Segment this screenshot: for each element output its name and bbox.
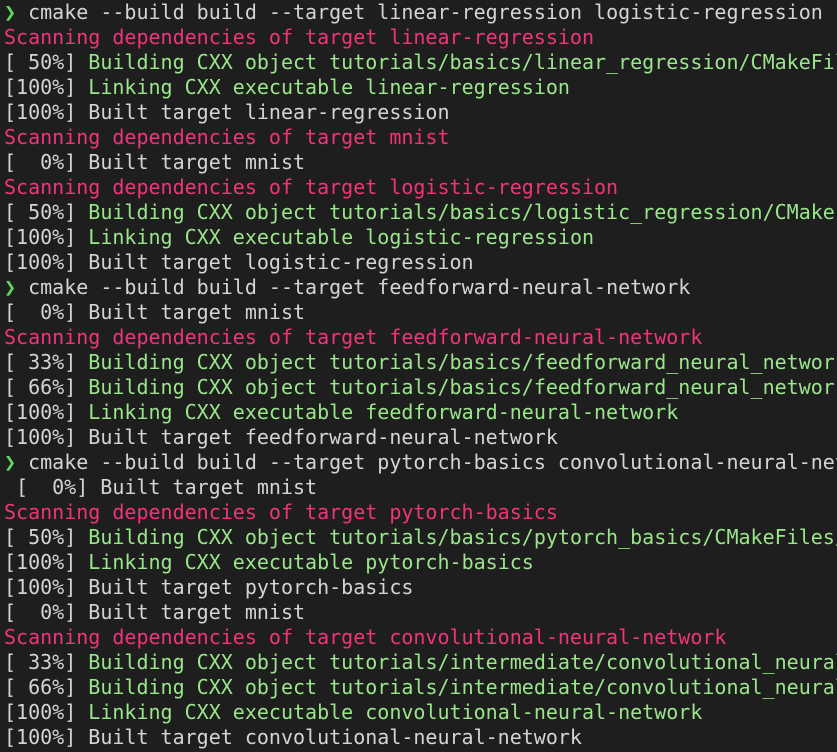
scanning-line: Scanning dependencies of target pytorch-… — [4, 500, 837, 525]
build-progress-line: [100%] Linking CXX executable pytorch-ba… — [4, 550, 837, 575]
scanning-line: Scanning dependencies of target logistic… — [4, 175, 837, 200]
build-step-text: Linking CXX executable linear-regression — [88, 75, 570, 99]
built-target-text: [100%] Built target convolutional-neural… — [4, 725, 582, 749]
built-target-line: [100%] Built target logistic-regression — [4, 250, 837, 275]
scanning-line: Scanning dependencies of target linear-r… — [4, 25, 837, 50]
progress-percent: [ 66%] — [4, 675, 89, 699]
command-text: cmake --build build --target feedforward… — [28, 275, 691, 299]
build-progress-line: [ 33%] Building CXX object tutorials/int… — [4, 650, 837, 675]
build-progress-line: [100%] Linking CXX executable logistic-r… — [4, 225, 837, 250]
scanning-line: Scanning dependencies of target convolut… — [4, 625, 837, 650]
built-target-line: [ 0%] Built target mnist — [4, 600, 837, 625]
scanning-line: Scanning dependencies of target feedforw… — [4, 325, 837, 350]
built-target-text: [ 0%] Built target mnist — [16, 475, 318, 499]
build-step-text: Building CXX object tutorials/basics/fee… — [88, 375, 837, 399]
progress-percent: [100%] — [4, 400, 89, 424]
command-line: ❯ cmake --build build --target linear-re… — [4, 0, 837, 25]
prompt-chevron-icon: ❯ — [4, 450, 17, 474]
built-target-line: [100%] Built target convolutional-neural… — [4, 725, 837, 750]
built-target-line: [100%] Built target feedforward-neural-n… — [4, 425, 837, 450]
progress-percent: [100%] — [4, 700, 89, 724]
built-target-line: [100%] Built target pytorch-basics — [4, 575, 837, 600]
build-step-text: Building CXX object tutorials/intermedia… — [88, 675, 837, 699]
progress-percent: [100%] — [4, 550, 89, 574]
build-step-text: Building CXX object tutorials/basics/fee… — [88, 350, 837, 374]
prompt-chevron-icon: ❯ — [4, 0, 17, 24]
terminal-output[interactable]: ❯ cmake --build build --target linear-re… — [0, 0, 837, 752]
build-progress-line: [ 50%] Building CXX object tutorials/bas… — [4, 50, 837, 75]
scanning-text: Scanning dependencies of target convolut… — [4, 625, 727, 649]
command-text: cmake --build build --target pytorch-bas… — [28, 450, 837, 474]
build-progress-line: [ 66%] Building CXX object tutorials/int… — [4, 675, 837, 700]
built-target-text: [ 0%] Built target mnist — [4, 150, 306, 174]
built-target-line: [ 0%] Built target mnist — [4, 475, 837, 500]
scanning-line: Scanning dependencies of target mnist — [4, 125, 837, 150]
build-step-text: Linking CXX executable pytorch-basics — [88, 550, 534, 574]
built-target-text: [100%] Built target logistic-regression — [4, 250, 474, 274]
command-text: cmake --build build --target linear-regr… — [28, 0, 823, 24]
prompt-chevron-icon: ❯ — [4, 275, 17, 299]
build-step-text: Building CXX object tutorials/basics/pyt… — [88, 525, 837, 549]
scanning-text: Scanning dependencies of target logistic… — [4, 175, 619, 199]
progress-percent: [ 50%] — [4, 50, 89, 74]
built-target-text: [ 0%] Built target mnist — [4, 600, 306, 624]
progress-percent: [100%] — [4, 225, 89, 249]
built-target-text: [100%] Built target feedforward-neural-n… — [4, 425, 558, 449]
build-progress-line: [ 33%] Building CXX object tutorials/bas… — [4, 350, 837, 375]
scanning-text: Scanning dependencies of target mnist — [4, 125, 450, 149]
scanning-text: Scanning dependencies of target feedforw… — [4, 325, 703, 349]
build-progress-line: [100%] Linking CXX executable feedforwar… — [4, 400, 837, 425]
build-step-text: Linking CXX executable convolutional-neu… — [88, 700, 703, 724]
built-target-text: [ 0%] Built target mnist — [4, 300, 306, 324]
built-target-text: [100%] Built target pytorch-basics — [4, 575, 414, 599]
progress-percent: [ 66%] — [4, 375, 89, 399]
build-progress-line: [100%] Linking CXX executable convolutio… — [4, 700, 837, 725]
built-target-line: [100%] Built target linear-regression — [4, 100, 837, 125]
build-progress-line: [ 50%] Building CXX object tutorials/bas… — [4, 525, 837, 550]
built-target-line: [ 0%] Built target mnist — [4, 150, 837, 175]
progress-percent: [100%] — [4, 75, 89, 99]
build-progress-line: [ 50%] Building CXX object tutorials/bas… — [4, 200, 837, 225]
progress-percent: [ 50%] — [4, 200, 89, 224]
progress-percent: [ 33%] — [4, 650, 89, 674]
build-progress-line: [ 66%] Building CXX object tutorials/bas… — [4, 375, 837, 400]
built-target-text: [100%] Built target linear-regression — [4, 100, 450, 124]
build-step-text: Building CXX object tutorials/intermedia… — [88, 650, 837, 674]
build-step-text: Building CXX object tutorials/basics/log… — [88, 200, 837, 224]
built-target-line: [ 0%] Built target mnist — [4, 300, 837, 325]
command-line: ❯ cmake --build build --target feedforwa… — [4, 275, 837, 300]
progress-percent: [ 50%] — [4, 525, 89, 549]
progress-percent: [ 33%] — [4, 350, 89, 374]
build-step-text: Linking CXX executable logistic-regressi… — [88, 225, 595, 249]
build-progress-line: [100%] Linking CXX executable linear-reg… — [4, 75, 837, 100]
command-line: ❯ cmake --build build --target pytorch-b… — [4, 450, 837, 475]
scanning-text: Scanning dependencies of target pytorch-… — [4, 500, 558, 524]
scanning-text: Scanning dependencies of target linear-r… — [4, 25, 595, 49]
build-step-text: Linking CXX executable feedforward-neura… — [88, 400, 679, 424]
build-step-text: Building CXX object tutorials/basics/lin… — [88, 50, 837, 74]
